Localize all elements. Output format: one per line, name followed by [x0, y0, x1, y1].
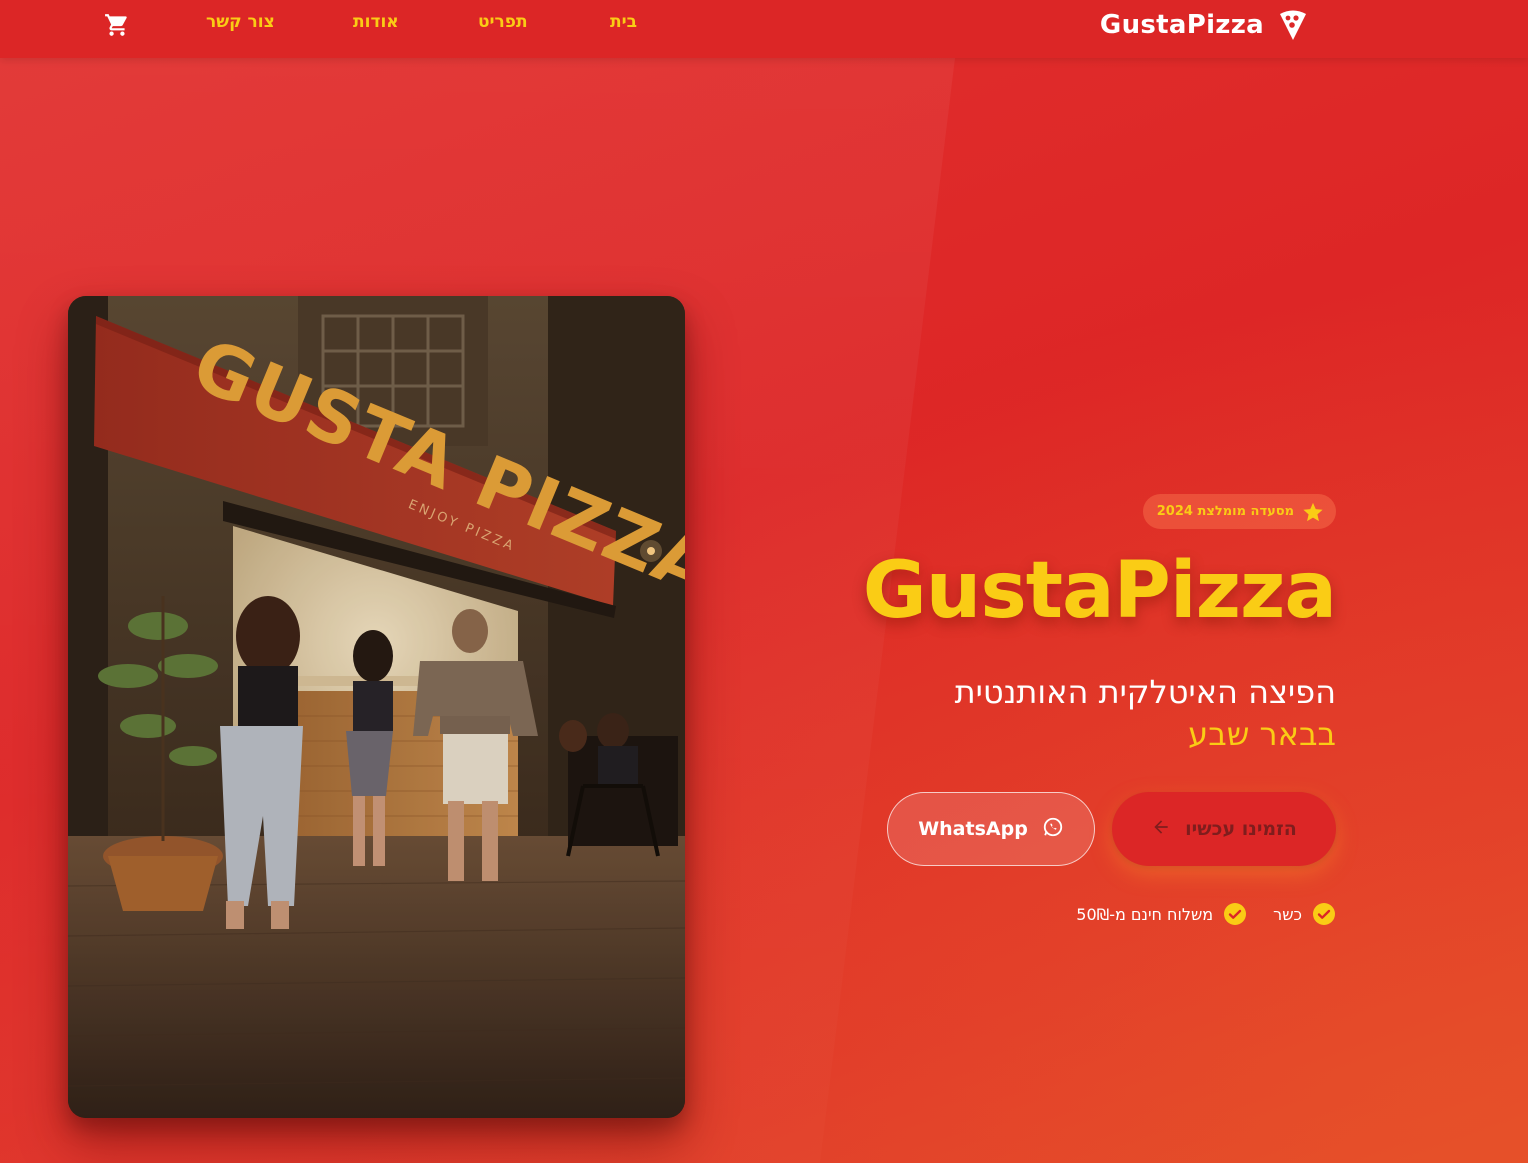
storefront-photo: GUSTA PIZZA ENJOY PIZZA	[68, 296, 685, 1118]
navbar: GustaPizza בית תפריט אודות צור קשר	[0, 0, 1528, 58]
nav-link-contact[interactable]: צור קשר	[206, 12, 275, 32]
nav-links: בית תפריט אודות צור קשר	[0, 0, 1528, 48]
cart-icon[interactable]	[104, 12, 130, 38]
hero-city: בבאר שבע	[1188, 715, 1336, 753]
check-circle-icon	[1312, 902, 1336, 926]
feature-label: משלוח חינם מ-50₪	[1076, 904, 1214, 924]
hero-subtitle: הפיצה האיטלקית האותנטית	[954, 673, 1336, 711]
nav-link-home[interactable]: בית	[610, 12, 637, 32]
badge-label: מסעדה מומלצת 2024	[1156, 504, 1294, 519]
hero-title: GustaPizza	[862, 546, 1337, 636]
whatsapp-icon	[1042, 816, 1064, 843]
whatsapp-button[interactable]: WhatsApp	[887, 792, 1095, 866]
feature-label: כשר	[1273, 904, 1302, 924]
feature-free-delivery: משלוח חינם מ-50₪	[1076, 902, 1247, 926]
star-icon	[1302, 501, 1324, 523]
nav-link-about[interactable]: אודות	[353, 12, 399, 32]
arrow-left-icon	[1151, 817, 1171, 842]
features-list: כשר משלוח חינם מ-50₪	[1076, 902, 1336, 926]
check-circle-icon	[1223, 902, 1247, 926]
feature-kosher: כשר	[1273, 902, 1336, 926]
nav-link-menu[interactable]: תפריט	[478, 12, 528, 32]
order-now-label: הזמינו עכשיו	[1185, 818, 1297, 840]
order-now-button[interactable]: הזמינו עכשיו	[1112, 792, 1336, 866]
whatsapp-label: WhatsApp	[918, 818, 1028, 840]
recommended-badge: מסעדה מומלצת 2024	[1142, 494, 1336, 529]
